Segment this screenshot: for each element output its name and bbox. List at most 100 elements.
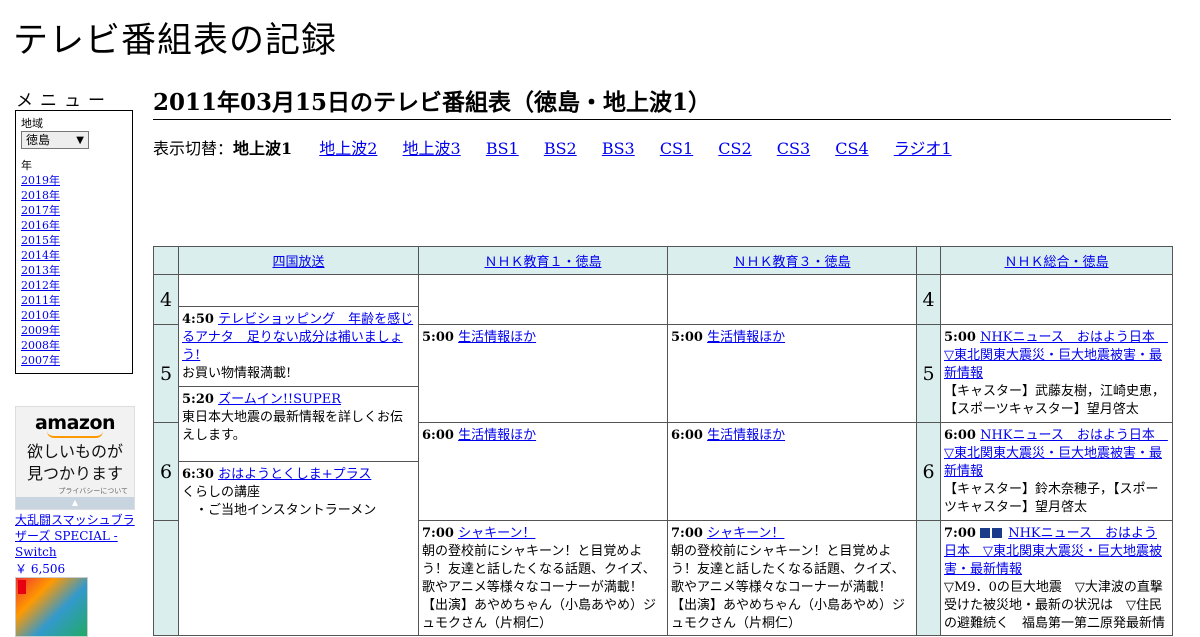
program-time: 6:00 [422,428,454,443]
program-time: 7:00 [422,526,454,541]
region-select-value: 徳島 [26,133,51,147]
program-title-link[interactable]: シャキーン！ [707,526,784,541]
year-link[interactable]: 2012年 [21,279,60,292]
program-desc: 朝の登校前にシャキーン！と目覚めよう！友達と話したくなる話題、クイズ、歌やアニメ… [671,544,906,631]
hour-cell [916,520,941,636]
product-image[interactable] [15,577,88,637]
year-link[interactable]: 2015年 [21,234,60,247]
hour-cell: 5 [153,324,179,423]
program-desc: くらしの講座 ・ご当地インスタントラーメン [182,485,377,518]
menu-panel: 地域 徳島 ▼ 年 2019年 2018年 2017年 2016年 2015年 … [15,110,133,374]
program-cell: 5:00 NHKニュース おはよう日本 ▽東北関東大震災・巨大地震被害・最新情報… [940,324,1173,423]
menu-heading: メニュー [16,91,112,111]
year-link[interactable]: 2016年 [21,219,60,232]
switch-link-terrestrial2[interactable]: 地上波2 [319,139,377,158]
program-time: 6:00 [944,428,976,443]
program-time: 7:00 [944,526,976,541]
program-title-link[interactable]: シャキーン！ [458,526,535,541]
switch-link-cs2[interactable]: CS2 [718,139,751,158]
program-time: 6:00 [671,428,703,443]
table-corner [153,246,179,275]
hour-cell: 6 [153,422,179,521]
program-cell: 5:00 生活情報ほか [418,324,668,423]
switch-link-radio1[interactable]: ラジオ1 [894,139,952,158]
site-title: テレビ番組表の記録 [13,21,338,61]
channel-header: ＮＨＫ教育３・徳島 [667,246,917,275]
channel-header: ＮＨＫ総合・徳島 [940,246,1173,275]
program-cell: 6:30 おはようとくしま+プラス くらしの講座 ・ご当地インスタントラーメン [178,461,419,636]
empty-slot [418,274,668,325]
switch-link-cs4[interactable]: CS4 [835,139,868,158]
program-desc: お買い物情報満載! [182,366,292,381]
year-link[interactable]: 2009年 [21,324,60,337]
year-link[interactable]: 2007年 [21,354,60,367]
channel-link[interactable]: ＮＨＫ総合・徳島 [1004,255,1108,270]
program-desc: ▽M9．0の巨大地震 ▽大津波の直撃受けた被災地・最新の状況は ▽住民の避難続く… [944,580,1166,631]
channel-link[interactable]: ＮＨＫ教育３・徳島 [733,255,850,270]
program-title-link[interactable]: NHKニュース おはよう日本 ▽東北関東大震災・巨大地震被害・最新情報 [944,526,1162,577]
program-time: 7:00 [671,526,703,541]
program-desc: 東日本大地震の最新情報を詳しくお伝えします。 [182,410,404,443]
switch-link-bs3[interactable]: BS3 [602,139,635,158]
year-link[interactable]: 2011年 [21,294,60,307]
switch-link-terrestrial3[interactable]: 地上波3 [403,139,461,158]
ad-privacy-link[interactable]: プライバシーについて [16,486,134,496]
caption-icon [992,528,1003,538]
hour-cell: 4 [153,274,179,325]
program-title-link[interactable]: テレビショッピング 年齢を感じるアナタ 足りない成分は補いましょう! [182,312,413,363]
program-title-link[interactable]: 生活情報ほか [458,330,536,345]
program-time: 5:00 [422,330,454,345]
channel-link[interactable]: ＮＨＫ教育１・徳島 [484,255,601,270]
product-price: ￥ 6,506 [15,562,66,576]
hour-cell: 4 [916,274,941,325]
program-title-link[interactable]: 生活情報ほか [458,428,536,443]
year-list: 2019年 2018年 2017年 2016年 2015年 2014年 2013… [21,173,127,368]
switch-link-bs2[interactable]: BS2 [544,139,577,158]
empty-slot [178,274,419,307]
switch-link-cs1[interactable]: CS1 [660,139,693,158]
program-time: 6:30 [182,467,214,482]
year-link[interactable]: 2013年 [21,264,60,277]
program-cell: 6:00 生活情報ほか [667,422,917,521]
program-title-link[interactable]: 生活情報ほか [707,330,785,345]
hour-cell: 5 [916,324,941,423]
channel-link[interactable]: 四国放送 [272,255,324,270]
program-cell: 5:00 生活情報ほか [667,324,917,423]
ad-tagline-2: 見つかります [26,464,123,483]
year-link[interactable]: 2018年 [21,189,60,202]
program-title-link[interactable]: おはようとくしま+プラス [218,467,371,482]
empty-slot [667,274,917,325]
region-label: 地域 [21,117,43,130]
year-link[interactable]: 2008年 [21,339,60,352]
switch-link-bs1[interactable]: BS1 [486,139,519,158]
year-link[interactable]: 2019年 [21,174,60,187]
program-title-link[interactable]: ズームイン!!SUPER [218,392,341,407]
program-cell: 7:00 シャキーン！ 朝の登校前にシャキーン！と目覚めよう！友達と話したくなる… [418,520,668,636]
ad-collapse-icon[interactable]: ▲ [16,497,134,509]
program-cell: 4:50 テレビショッピング 年齢を感じるアナタ 足りない成分は補いましょう! … [178,306,419,387]
program-title-link[interactable]: NHKニュース おはよう日本 ▽東北関東大震災・巨大地震被害・最新情報 [944,330,1168,381]
program-desc: 【キャスター】鈴木奈穂子，【スポーツキャスター】望月啓太 [944,482,1159,515]
region-select[interactable]: 徳島 ▼ [21,131,89,149]
hour-cell [153,520,179,636]
program-cell: 6:00 NHKニュース おはよう日本 ▽東北関東大震災・巨大地震被害・最新情報… [940,422,1173,521]
program-desc: 【キャスター】武藤友樹，江崎史恵，【スポーツキャスター】望月啓太 [944,384,1166,417]
table-corner [916,246,941,275]
channel-header: 四国放送 [178,246,419,275]
switch-link-cs3[interactable]: CS3 [777,139,810,158]
program-title-link[interactable]: 生活情報ほか [707,428,785,443]
amazon-logo: amazon [34,412,116,434]
switch-current: 地上波1 [233,139,293,158]
year-link[interactable]: 2010年 [21,309,60,322]
program-cell: 7:00 シャキーン！ 朝の登校前にシャキーン！と目覚めよう！友達と話したくなる… [667,520,917,636]
product-link[interactable]: 大乱闘スマッシュブラザーズ SPECIAL - Switch [15,512,140,560]
program-time: 5:00 [671,330,703,345]
program-time: 4:50 [182,312,214,327]
display-switcher: 表示切替：地上波1 地上波2 地上波3 BS1 BS2 BS3 CS1 CS2 … [153,135,972,159]
empty-slot [940,274,1173,325]
year-link[interactable]: 2017年 [21,204,60,217]
program-title-link[interactable]: NHKニュース おはよう日本 ▽東北関東大震災・巨大地震被害・最新情報 [944,428,1168,479]
ad-tagline-1: 欲しいものが [26,442,123,461]
amazon-ad-banner[interactable]: amazon 欲しいものが 見つかります プライバシーについて ▲ [15,406,135,510]
year-link[interactable]: 2014年 [21,249,60,262]
